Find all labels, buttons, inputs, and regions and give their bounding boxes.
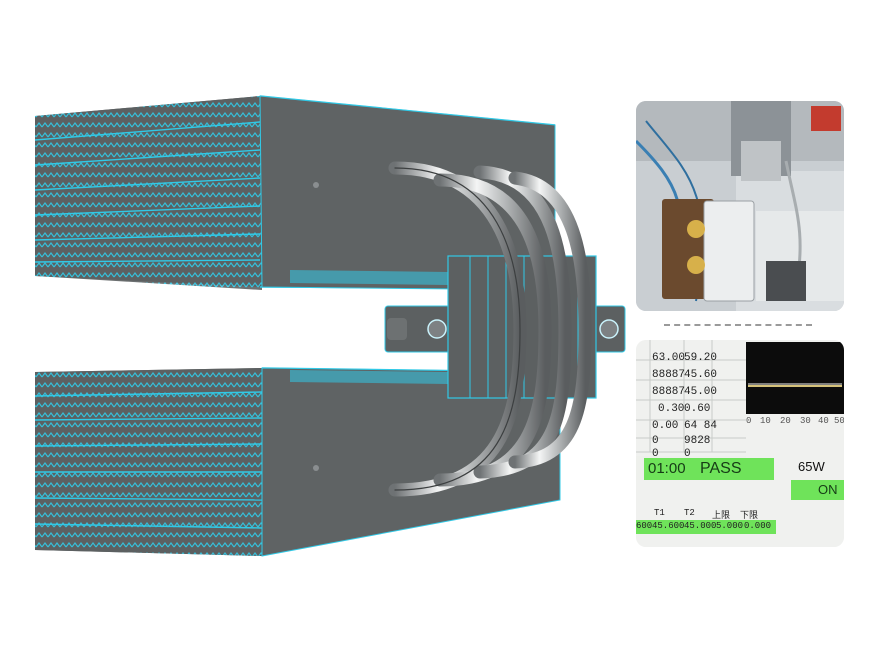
bottom-value: 45.000 (684, 521, 717, 531)
bottom-value: 600 (636, 521, 653, 531)
axis-tick: 30 (800, 416, 811, 426)
dashed-divider (664, 324, 812, 326)
column-header: T1 (654, 508, 665, 518)
table-cell: 0 (652, 435, 659, 447)
bottom-value: 45.600 (652, 521, 685, 531)
axis-tick: 0 (746, 416, 752, 426)
table-cell: 63.00 (652, 352, 686, 364)
axis-tick: 10 (760, 416, 771, 426)
on-switch[interactable]: ON (818, 482, 838, 497)
pass-status: PASS (700, 460, 742, 477)
table-cell: 9828 (684, 435, 711, 447)
column-header: 上限 (712, 511, 731, 521)
table-cell: 88887 (652, 386, 686, 398)
table-cell: 0.30 (658, 403, 685, 415)
table-cell: 59.20 (684, 352, 718, 364)
power-readout: 65W (798, 459, 825, 474)
test-screen-photo: 63.00 59.20 88887 45.60 88887 45.00 0.30… (636, 340, 844, 547)
bottom-value: 5.000 (716, 521, 744, 531)
column-header: 下限 (740, 511, 759, 521)
table-cell: 64 84 (684, 420, 718, 432)
axis-tick: 40 (818, 416, 829, 426)
timer-display: 01:00 (648, 460, 686, 477)
table-cell: 88887 (652, 369, 686, 381)
table-cell: 45.60 (684, 369, 718, 381)
axis-tick: 20 (780, 416, 791, 426)
bottom-value: 0.000 (744, 521, 772, 531)
heatsink-illustration (34, 95, 626, 557)
product-illustration: 63.00 59.20 88887 45.60 88887 45.00 0.30… (0, 0, 875, 656)
table-cell: 0.60 (684, 403, 711, 415)
axis-tick: 50 (834, 416, 844, 426)
table-cell: 45.00 (684, 386, 718, 398)
test-fixture-photo (636, 101, 844, 311)
table-cell: 0.00 (652, 420, 679, 432)
column-header: T2 (684, 508, 695, 518)
